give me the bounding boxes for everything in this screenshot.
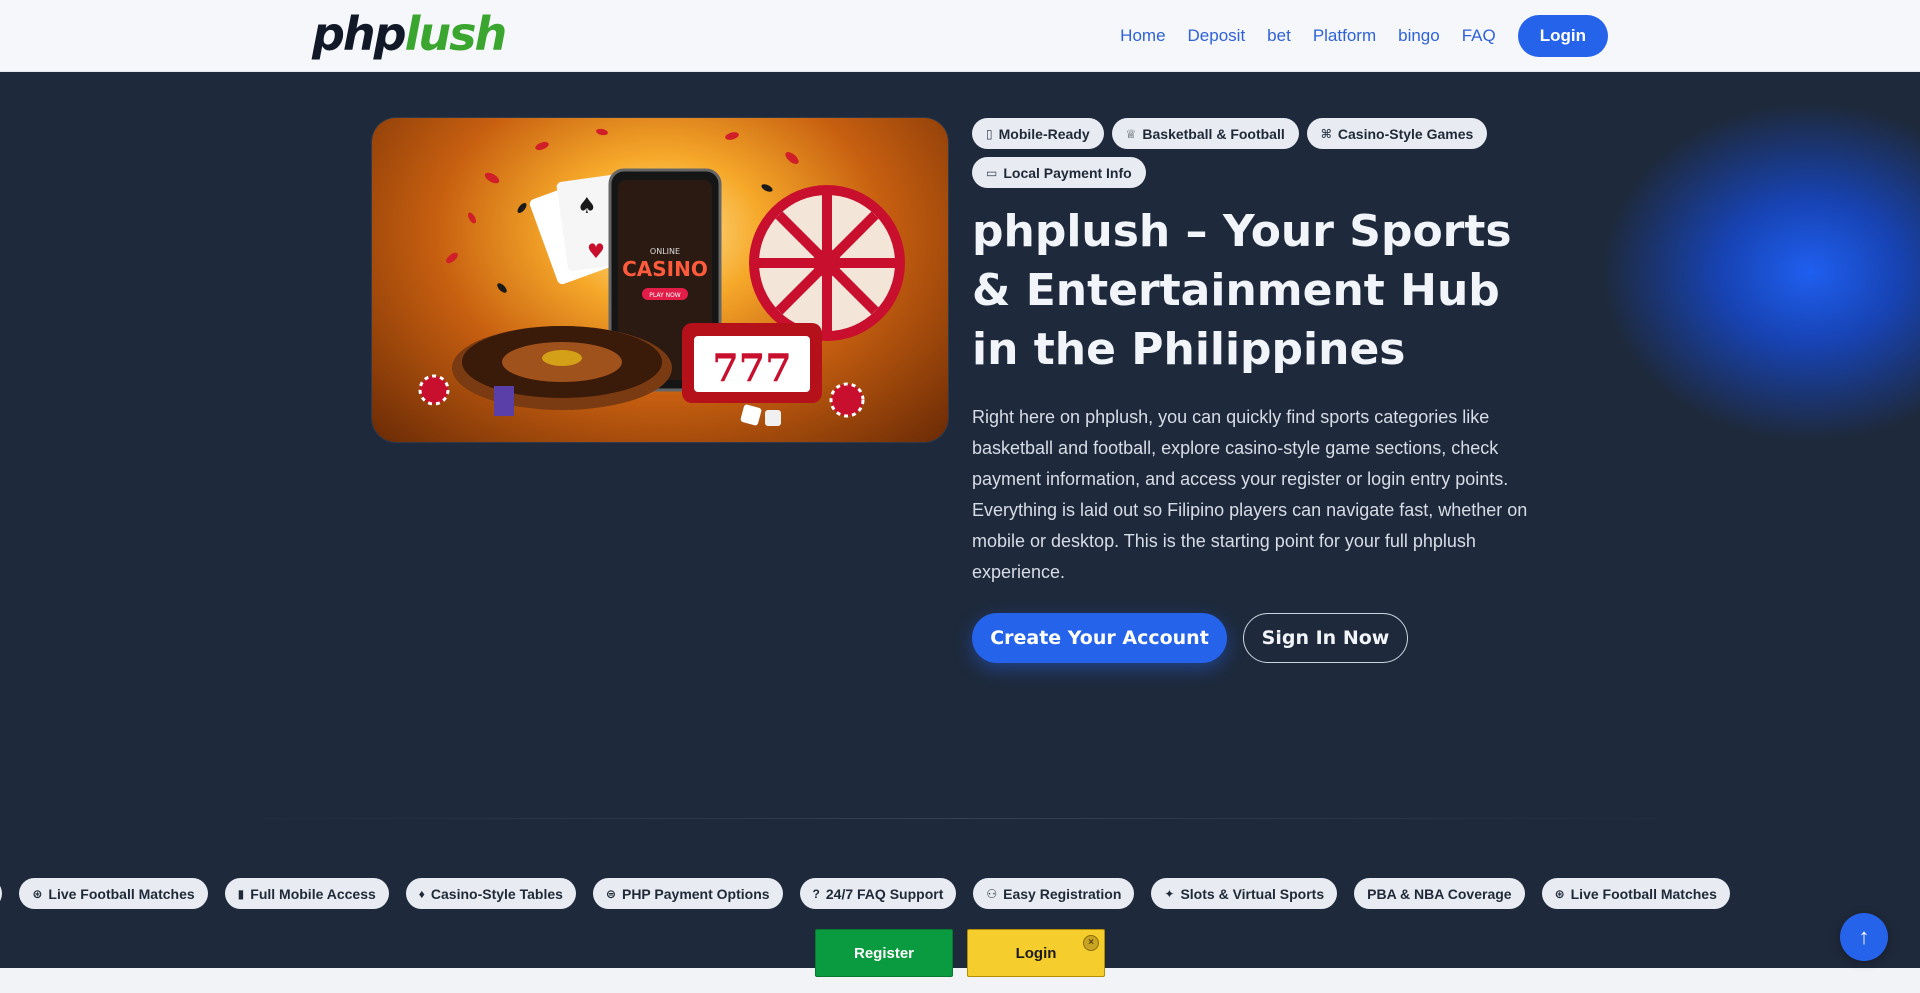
logo[interactable]: phplush [312,7,508,61]
main-nav: Home Deposit bet Platform bingo FAQ Logi… [1098,15,1608,57]
chip-label: Live Football Matches [48,885,195,902]
nav-bet[interactable]: bet [1267,26,1291,46]
arrow-up-icon: ↑ [1858,924,1870,949]
nav-bingo[interactable]: bingo [1398,26,1440,46]
hero-description: Right here on phplush, you can quickly f… [972,407,1528,582]
casino-illustration: ♠ ♥ ONLINE CASINO PLAY NOW 777 [418,128,905,426]
svg-text:777: 777 [712,345,791,390]
mobile-icon: ▯ [986,126,993,141]
gamepad-icon: ⌘ [1320,126,1332,141]
football-icon: ⊛ [1554,886,1565,901]
chip-label: Slots & Virtual Sports [1180,885,1325,902]
chip-label: PBA & NBA Coverage [1367,885,1512,902]
chip-label: PHP Payment Options [621,885,770,902]
sticky-footer-bar [0,968,1920,993]
chip-easy-registration: ⚇ Easy Registration [973,878,1135,909]
tag-casino-games: ⌘ Casino-Style Games [1306,118,1488,149]
logo-text-lush: lush [404,7,508,61]
feature-ticker: ge ⊛ Live Football Matches ▮ Full Mobile A… [0,819,1920,993]
svg-text:♥: ♥ [587,239,605,263]
chip-slots-virtual: ✦ Slots & Virtual Sports [1151,878,1338,909]
chip-pba-nba: PBA & NBA Coverage [1354,878,1525,909]
mobile-icon: ▮ [237,886,245,901]
card-icon: ▭ [986,165,998,180]
ticker-chips: ge ⊛ Live Football Matches ▮ Full Mobile A… [0,878,1730,909]
hero-casino-image: ♠ ♥ ONLINE CASINO PLAY NOW 777 [372,118,948,442]
tag-label: Local Payment Info [1003,164,1132,181]
sticky-login-button[interactable]: Login × [967,929,1105,977]
chip-label: 24/7 FAQ Support [825,885,944,902]
create-account-button[interactable]: Create Your Account [972,613,1227,663]
chip-php-payment: ⊜ PHP Payment Options [592,878,783,909]
nav-faq[interactable]: FAQ [1462,26,1496,46]
sticky-login-label: Login [1015,944,1057,962]
logo-text-php: php [312,7,407,61]
sparkle-icon: ✦ [1164,886,1175,901]
chip-casino-tables: ♦ Casino-Style Tables [405,878,576,909]
hero-title-line: phplush – Your Sports [972,206,1512,257]
sign-in-button[interactable]: Sign In Now [1243,613,1408,663]
background-glow [1600,102,1920,442]
hero-title-line: in the Philippines [972,324,1406,375]
tag-label: Casino-Style Games [1337,125,1474,142]
sticky-register-button[interactable]: Register [815,929,953,977]
site-header: phplush Home Deposit bet Platform bingo … [0,0,1920,72]
football-icon: ⊛ [32,886,43,901]
svg-text:PLAY NOW: PLAY NOW [649,292,681,299]
chip-live-football: ⊛ Live Football Matches [19,878,208,909]
tag-label: Basketball & Football [1142,125,1285,142]
question-icon: ? [812,886,820,901]
hero-title: phplush – Your Sports & Entertainment Hu… [972,202,1532,379]
nav-home[interactable]: Home [1120,26,1165,46]
chip-label: Casino-Style Tables [430,885,563,902]
chip-faq-support: ? 24/7 FAQ Support [799,878,957,909]
svg-text:CASINO: CASINO [622,257,708,281]
tag-payment-info: ▭ Local Payment Info [972,157,1146,188]
chip-partial: ge [0,878,3,909]
nav-platform[interactable]: Platform [1313,26,1376,46]
svg-text:ONLINE: ONLINE [650,247,680,256]
money-icon: ⊜ [605,886,616,901]
tag-label: Mobile-Ready [998,125,1090,142]
back-to-top-button[interactable]: ↑ [1840,913,1888,961]
hero-section: ♠ ♥ ONLINE CASINO PLAY NOW 777 ▯ Mobile-… [0,72,1920,819]
feature-tags: ▯ Mobile-Ready ♕ Basketball & Football ⌘ Ca… [972,118,1532,188]
hero-title-line: & Entertainment Hub [972,265,1500,316]
diamond-icon: ♦ [418,886,425,901]
chip-mobile-access: ▮ Full Mobile Access [224,878,389,909]
nav-deposit[interactable]: Deposit [1188,26,1246,46]
tag-mobile-ready: ▯ Mobile-Ready [972,118,1104,149]
svg-text:♠: ♠ [577,194,597,219]
chip-label: Live Football Matches [1570,885,1717,902]
login-button[interactable]: Login [1517,15,1608,57]
close-icon[interactable]: × [1083,935,1099,951]
chip-label: Full Mobile Access [250,885,376,902]
chip-live-football-2: ⊛ Live Football Matches [1541,878,1730,909]
trophy-icon: ♕ [1125,126,1137,141]
tag-basketball-football: ♕ Basketball & Football [1111,118,1299,149]
user-plus-icon: ⚇ [986,886,998,901]
chip-label: Easy Registration [1003,885,1122,902]
